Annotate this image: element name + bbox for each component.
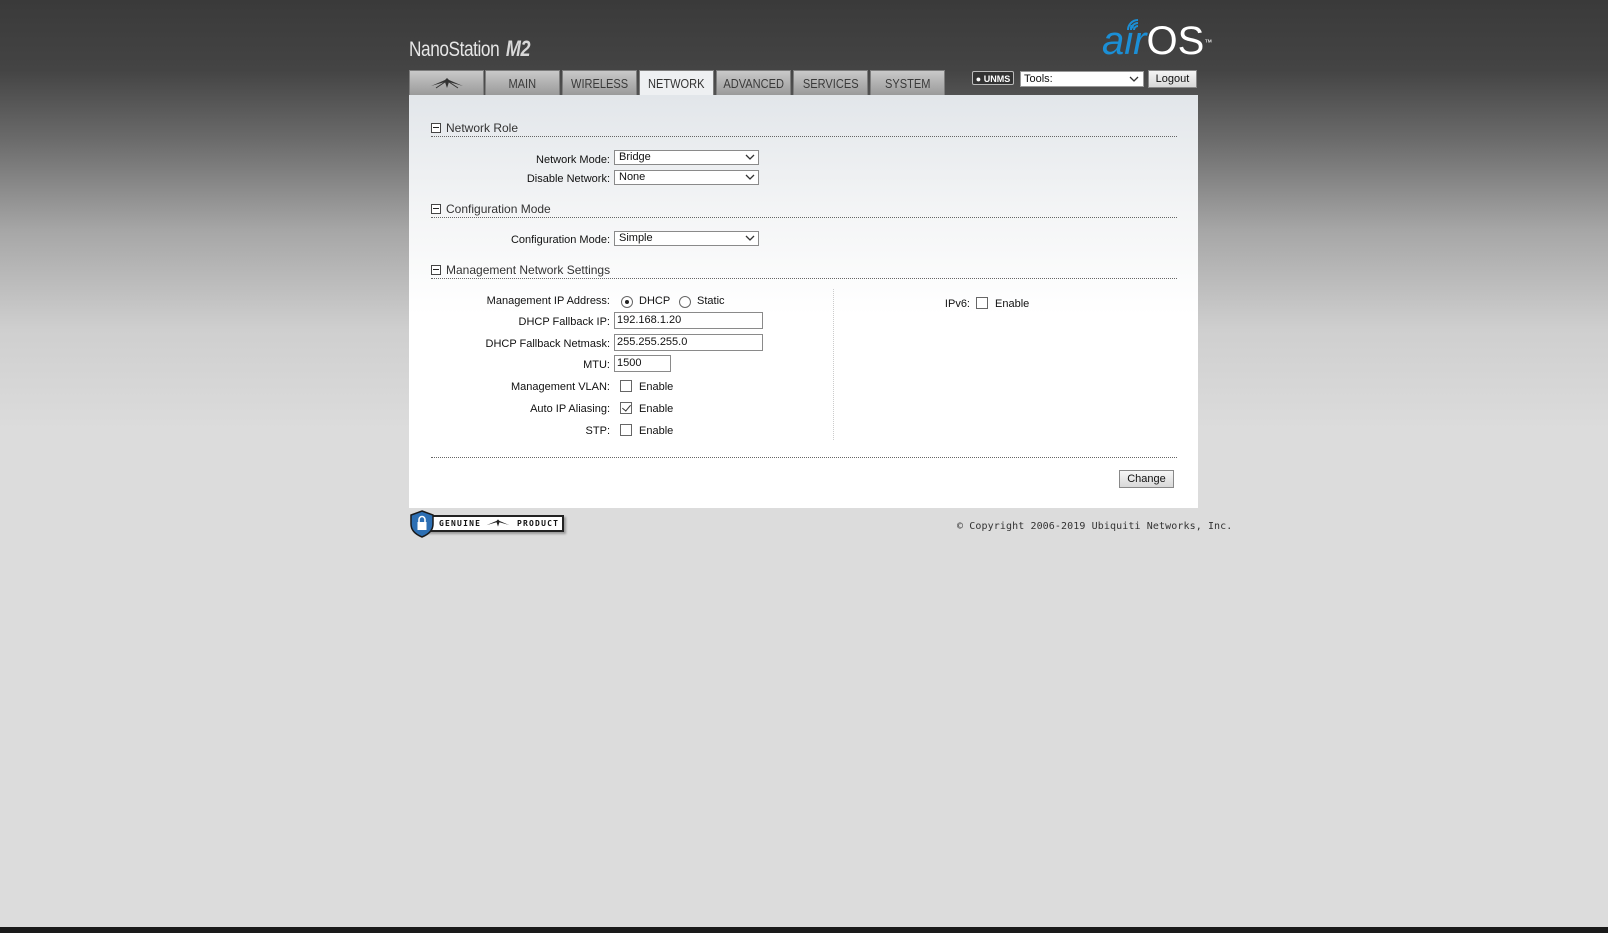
tools-select[interactable]: Tools: (1020, 71, 1144, 87)
genuine-word: GENUINE (439, 519, 482, 528)
configuration-mode-value: Simple (619, 232, 653, 244)
collapse-icon[interactable] (431, 204, 441, 214)
auto-ip-aliasing-label: Auto IP Aliasing: (530, 403, 610, 415)
section-title: Network Role (446, 121, 519, 135)
ipv6-checkbox[interactable] (976, 297, 988, 309)
collapse-icon[interactable] (431, 123, 441, 133)
management-ip-label: Management IP Address: (486, 295, 610, 307)
mtu-label: MTU: (583, 359, 610, 371)
genuine-product-badge[interactable]: GENUINE PRODUCT (409, 510, 566, 538)
form-divider (431, 457, 1177, 458)
unms-label: UNMS (983, 74, 1011, 84)
bottom-bar (0, 927, 1608, 933)
airos-tm: ™ (1204, 38, 1213, 47)
ipv6-label: IPv6: (944, 298, 970, 310)
tab-system[interactable]: SYSTEM (870, 70, 945, 95)
fallback-ip-input[interactable]: 192.168.1.20 (614, 312, 763, 329)
chevron-down-icon (745, 154, 755, 160)
fallback-ip-label: DHCP Fallback IP: (518, 316, 611, 328)
product-name-text: NanoStation (409, 38, 500, 61)
management-vlan-label: Management VLAN: (510, 381, 610, 393)
tab-wireless[interactable]: WIRELESS (562, 70, 637, 95)
section-title: Management Network Settings (446, 263, 611, 277)
section-configuration-mode[interactable]: Configuration Mode (431, 202, 551, 216)
tab-network[interactable]: NETWORK (639, 70, 714, 96)
network-mode-value: Bridge (619, 151, 651, 163)
tab-network-label: NETWORK (648, 76, 705, 91)
wireless-waves-icon (1127, 19, 1139, 31)
collapse-icon[interactable] (431, 265, 441, 275)
unms-button[interactable]: ● UNMS (972, 71, 1014, 85)
mtu-input[interactable]: 1500 (614, 355, 671, 372)
stp-label: STP: (585, 425, 610, 437)
tab-main-label: MAIN (508, 76, 537, 91)
logout-button[interactable]: Logout (1148, 70, 1197, 88)
product-model: M2 (505, 36, 531, 61)
stp-checkbox[interactable] (620, 424, 632, 436)
unms-dot-icon: ● (975, 74, 982, 84)
section-title: Configuration Mode (446, 202, 551, 216)
section-divider (431, 278, 1177, 279)
section-management-network[interactable]: Management Network Settings (431, 263, 610, 277)
stp-enable-label: Enable (639, 425, 674, 437)
dhcp-radio-label: DHCP (639, 295, 671, 307)
section-divider (431, 217, 1177, 218)
management-vlan-checkbox[interactable] (620, 380, 632, 392)
auto-ip-aliasing-checkbox[interactable] (620, 402, 632, 414)
copyright-text: © Copyright 2006-2019 Ubiquiti Networks,… (957, 521, 1233, 532)
tab-ubiquiti-logo[interactable] (409, 70, 484, 95)
ipv6-enable-label: Enable (995, 298, 1030, 310)
fallback-netmask-label: DHCP Fallback Netmask: (485, 338, 611, 350)
static-radio[interactable] (679, 296, 691, 308)
auto-ip-aliasing-enable-label: Enable (639, 403, 674, 415)
tools-select-value: Tools: (1024, 73, 1053, 85)
genuine-product-bar: GENUINE PRODUCT (421, 515, 564, 532)
tab-services[interactable]: SERVICES (793, 70, 868, 95)
product-word: PRODUCT (517, 519, 560, 528)
airos-logo: airOS™ (1102, 19, 1213, 63)
tab-system-label: SYSTEM (884, 76, 931, 91)
change-button[interactable]: Change (1119, 470, 1174, 488)
static-radio-label: Static (697, 295, 725, 307)
airos-os: OS (1146, 19, 1205, 63)
dhcp-radio[interactable] (621, 296, 633, 308)
ubiquiti-logo-icon (430, 78, 463, 89)
network-mode-label: Network Mode: (536, 154, 610, 166)
disable-network-value: None (619, 171, 646, 183)
network-mode-select[interactable]: Bridge (614, 150, 759, 165)
ubiquiti-logo-icon (486, 519, 510, 527)
section-divider (431, 136, 1177, 137)
chevron-down-icon (1129, 76, 1139, 82)
chevron-down-icon (745, 174, 755, 180)
lock-shield-icon (410, 510, 434, 538)
fallback-netmask-input[interactable]: 255.255.255.0 (614, 334, 763, 351)
tab-wireless-label: WIRELESS (570, 76, 629, 91)
chevron-down-icon (745, 235, 755, 241)
disable-network-select[interactable]: None (614, 170, 759, 185)
tab-advanced-label: ADVANCED (723, 76, 784, 91)
tab-services-label: SERVICES (802, 76, 859, 91)
tab-advanced[interactable]: ADVANCED (716, 70, 791, 95)
product-name: NanoStation M2 (409, 36, 530, 62)
tab-main[interactable]: MAIN (485, 70, 560, 95)
configuration-mode-select[interactable]: Simple (614, 231, 759, 246)
configuration-mode-label: Configuration Mode: (510, 234, 610, 246)
management-vlan-enable-label: Enable (639, 381, 674, 393)
column-divider (833, 289, 834, 440)
section-network-role[interactable]: Network Role (431, 121, 518, 135)
disable-network-label: Disable Network: (526, 173, 610, 185)
